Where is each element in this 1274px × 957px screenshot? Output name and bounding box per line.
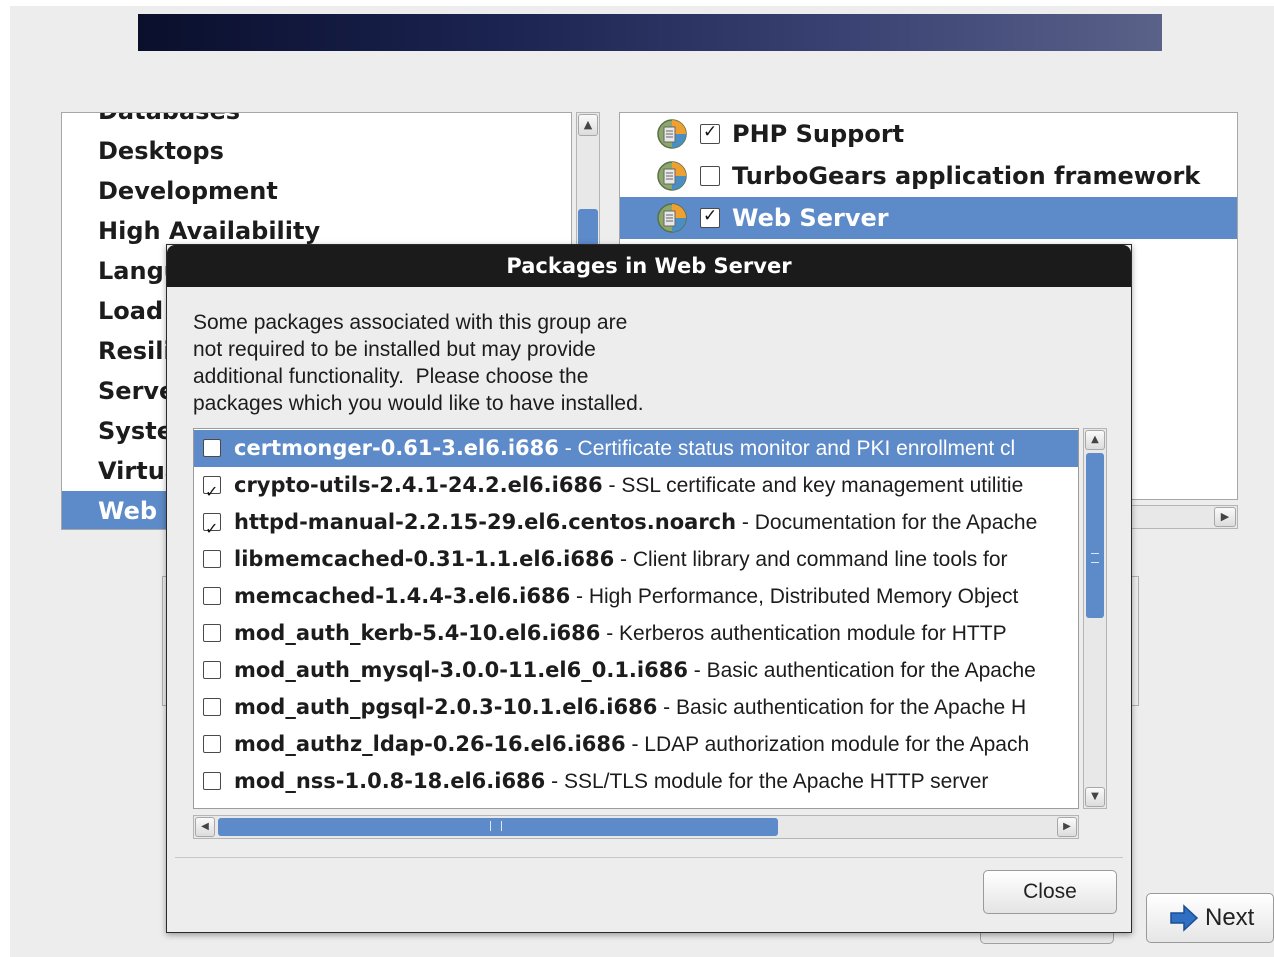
description-line: additional functionality. Please choose … — [193, 365, 589, 388]
category-label: High Availability — [98, 217, 321, 245]
category-label: Desktops — [98, 137, 224, 165]
package-group-icon — [656, 202, 688, 234]
scroll-right-icon[interactable]: ▶ — [1057, 817, 1077, 837]
package-name: crypto-utils-2.4.1-24.2.el6.i686 — [234, 473, 603, 497]
package-text: crypto-utils-2.4.1-24.2.el6.i686 - SSL c… — [234, 467, 1023, 504]
package-summary: - An embedded Perl interpreter for the A… — [552, 807, 1020, 808]
package-row[interactable]: crypto-utils-2.4.1-24.2.el6.i686 - SSL c… — [194, 467, 1078, 510]
arrow-right-icon — [1170, 904, 1199, 932]
package-name: certmonger-0.61-3.el6.i686 — [234, 436, 559, 460]
scroll-left-icon[interactable]: ◀ — [195, 817, 215, 837]
group-list-hscrollbar[interactable]: ▶ — [1130, 505, 1238, 529]
description-line: packages which you would like to have in… — [193, 392, 644, 415]
next-button[interactable]: Next — [1146, 893, 1274, 943]
package-group-icon — [656, 118, 688, 150]
category-item[interactable]: Desktops — [62, 131, 571, 171]
package-summary: - Basic authentication for the Apache H — [657, 696, 1027, 719]
package-checkbox[interactable] — [203, 735, 221, 753]
group-label: TurboGears application framework — [732, 162, 1201, 190]
group-label: PHP Support — [732, 120, 905, 148]
package-text: mod_perl-2.0.4-10.el6.i686 - An embedded… — [234, 800, 1020, 808]
package-text: mod_auth_kerb-5.4-10.el6.i686 - Kerberos… — [234, 615, 1007, 652]
package-group-icon — [656, 160, 688, 192]
package-row[interactable]: mod_auth_kerb-5.4-10.el6.i686 - Kerberos… — [194, 615, 1078, 652]
package-row[interactable]: memcached-1.4.4-3.el6.i686 - High Perfor… — [194, 578, 1078, 615]
separator — [175, 857, 1123, 858]
package-name: memcached-1.4.4-3.el6.i686 — [234, 584, 571, 608]
package-name: mod_perl-2.0.4-10.el6.i686 — [234, 806, 552, 808]
package-checkbox[interactable] — [203, 439, 221, 457]
close-button[interactable]: Close — [983, 870, 1117, 914]
package-summary: - Certificate status monitor and PKI enr… — [558, 437, 1016, 460]
installer-banner — [138, 14, 1162, 51]
package-checkbox[interactable] — [203, 587, 221, 605]
group-item[interactable]: PHP Support — [620, 113, 1237, 155]
group-checkbox[interactable] — [700, 166, 720, 186]
scroll-up-icon[interactable]: ▲ — [578, 114, 598, 136]
package-checkbox[interactable] — [203, 473, 221, 510]
group-checkbox[interactable] — [700, 122, 720, 144]
package-list[interactable]: certmonger-0.61-3.el6.i686 - Certificate… — [193, 428, 1079, 809]
package-row[interactable]: certmonger-0.61-3.el6.i686 - Certificate… — [194, 430, 1078, 467]
package-list-vscrollbar[interactable]: ▲ ▼ — [1083, 428, 1107, 809]
package-checkbox[interactable] — [203, 550, 221, 568]
category-label: Databases — [98, 113, 240, 125]
description-line: not required to be installed but may pro… — [193, 338, 596, 361]
category-item[interactable]: Databases — [62, 113, 571, 131]
package-name: mod_auth_mysql-3.0.0-11.el6_0.1.i686 — [234, 658, 688, 682]
package-checkbox[interactable] — [203, 661, 221, 679]
package-name: httpd-manual-2.2.15-29.el6.centos.noarch — [234, 510, 737, 534]
package-text: mod_authz_ldap-0.26-16.el6.i686 - LDAP a… — [234, 726, 1029, 763]
package-summary: - SSL/TLS module for the Apache HTTP ser… — [545, 770, 989, 793]
description-line: Some packages associated with this group… — [193, 311, 628, 334]
group-checkbox[interactable] — [700, 206, 720, 228]
package-name: mod_auth_kerb-5.4-10.el6.i686 — [234, 621, 601, 645]
packages-dialog: Packages in Web Server Some packages ass… — [166, 244, 1132, 933]
package-text: mod_auth_pgsql-2.0.3-10.1.el6.i686 - Bas… — [234, 689, 1026, 726]
package-text: memcached-1.4.4-3.el6.i686 - High Perfor… — [234, 578, 1018, 615]
category-item[interactable]: Development — [62, 171, 571, 211]
scroll-down-icon[interactable]: ▼ — [1085, 787, 1105, 807]
package-text: libmemcached-0.31-1.1.el6.i686 - Client … — [234, 541, 1008, 578]
package-checkbox[interactable] — [203, 510, 221, 547]
package-row[interactable]: mod_auth_pgsql-2.0.3-10.1.el6.i686 - Bas… — [194, 689, 1078, 726]
package-text: httpd-manual-2.2.15-29.el6.centos.noarch… — [234, 504, 1037, 541]
package-row[interactable]: mod_perl-2.0.4-10.el6.i686 - An embedded… — [194, 800, 1078, 808]
background-frame — [1131, 576, 1139, 706]
package-summary: - Documentation for the Apache — [736, 511, 1038, 534]
package-name: mod_auth_pgsql-2.0.3-10.1.el6.i686 — [234, 695, 658, 719]
dialog-description: Some packages associated with this group… — [193, 309, 753, 417]
package-list-hscrollbar[interactable]: ◀ ▶ — [193, 815, 1079, 839]
scrollbar-thumb[interactable] — [1086, 453, 1104, 618]
package-checkbox[interactable] — [203, 772, 221, 790]
package-summary: - Kerberos authentication module for HTT… — [600, 622, 1007, 645]
package-summary: - Client library and command line tools … — [614, 548, 1008, 571]
scroll-right-icon[interactable]: ▶ — [1214, 507, 1236, 527]
scrollbar-thumb[interactable] — [218, 818, 778, 836]
dialog-title: Packages in Web Server — [167, 245, 1131, 287]
package-summary: - Basic authentication for the Apache — [687, 659, 1036, 682]
package-row[interactable]: mod_authz_ldap-0.26-16.el6.i686 - LDAP a… — [194, 726, 1078, 763]
package-summary: - SSL certificate and key management uti… — [602, 474, 1024, 497]
group-item[interactable]: Web Server — [620, 197, 1237, 239]
package-text: certmonger-0.61-3.el6.i686 - Certificate… — [234, 430, 1015, 467]
package-checkbox[interactable] — [203, 698, 221, 716]
scroll-up-icon[interactable]: ▲ — [1085, 430, 1105, 450]
next-button-label: Next — [1205, 904, 1255, 931]
package-text: mod_auth_mysql-3.0.0-11.el6_0.1.i686 - B… — [234, 652, 1036, 689]
package-checkbox[interactable] — [203, 624, 221, 642]
package-row[interactable]: mod_nss-1.0.8-18.el6.i686 - SSL/TLS modu… — [194, 763, 1078, 800]
package-text: mod_nss-1.0.8-18.el6.i686 - SSL/TLS modu… — [234, 763, 988, 800]
package-row[interactable]: libmemcached-0.31-1.1.el6.i686 - Client … — [194, 541, 1078, 578]
package-name: mod_authz_ldap-0.26-16.el6.i686 — [234, 732, 626, 756]
group-label: Web Server — [732, 204, 889, 232]
package-row[interactable]: httpd-manual-2.2.15-29.el6.centos.noarch… — [194, 504, 1078, 547]
package-summary: - LDAP authorization module for the Apac… — [625, 733, 1030, 756]
category-label: Development — [98, 177, 278, 205]
group-item[interactable]: TurboGears application framework — [620, 155, 1237, 197]
package-row[interactable]: mod_auth_mysql-3.0.0-11.el6_0.1.i686 - B… — [194, 652, 1078, 689]
package-summary: - High Performance, Distributed Memory O… — [570, 585, 1019, 608]
package-name: mod_nss-1.0.8-18.el6.i686 — [234, 769, 546, 793]
package-name: libmemcached-0.31-1.1.el6.i686 — [234, 547, 615, 571]
